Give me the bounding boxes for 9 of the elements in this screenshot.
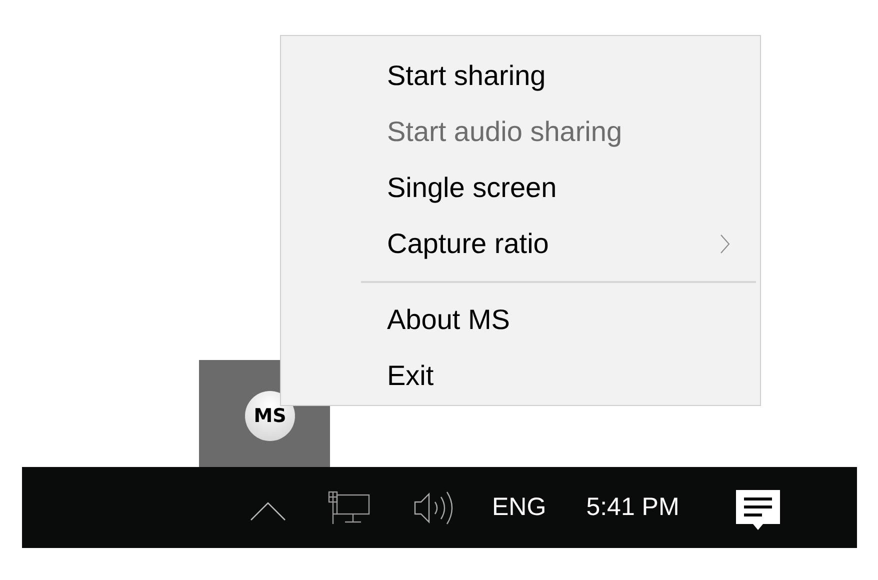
menu-item[interactable]: Start sharing [281, 48, 760, 104]
menu-item[interactable]: About MS [281, 292, 760, 348]
network-icon[interactable] [328, 490, 370, 524]
menu-item[interactable]: Capture ratio [281, 216, 760, 272]
chevron-up-icon[interactable] [250, 500, 286, 520]
clock[interactable]: 5:41 PM [586, 493, 680, 522]
app-badge: MS [245, 390, 295, 440]
menu-item[interactable]: Single screen [281, 160, 760, 216]
language-indicator[interactable]: ENG [492, 493, 546, 522]
